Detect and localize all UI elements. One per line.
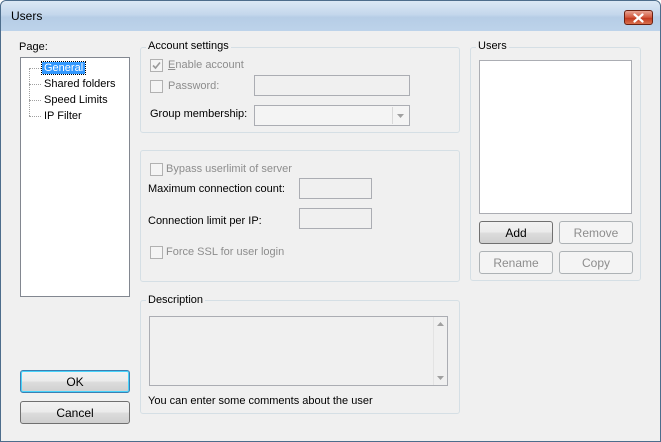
- password-label: Password:: [168, 80, 220, 92]
- dialog-body: Page: General Shared folders Speed Limit…: [8, 31, 653, 435]
- ok-button-label: OK: [66, 374, 84, 389]
- bypass-userlimit-label: Bypass userlimit of server: [166, 163, 292, 175]
- password-checkbox[interactable]: [150, 80, 163, 93]
- force-ssl-checkbox[interactable]: [150, 246, 163, 259]
- users-title: Users: [476, 40, 509, 52]
- copy-user-button[interactable]: Copy: [559, 251, 633, 274]
- tree-dash: [29, 99, 41, 101]
- enable-account-text: nable account: [175, 59, 244, 71]
- tree-item-shared-folders[interactable]: Shared folders: [29, 77, 118, 91]
- cancel-button-label: Cancel: [56, 405, 94, 420]
- force-ssl-label: Force SSL for user login: [166, 246, 285, 258]
- remove-user-button[interactable]: Remove: [559, 221, 633, 244]
- window-title: Users: [11, 9, 43, 23]
- page-label: Page:: [19, 41, 48, 53]
- max-connection-field[interactable]: [299, 178, 372, 199]
- description-textarea[interactable]: [149, 316, 448, 386]
- tree-dash: [29, 115, 41, 117]
- description-scrollbar[interactable]: [433, 317, 447, 385]
- scroll-down-icon: [437, 376, 444, 380]
- tree-item-label: IP Filter: [44, 110, 82, 122]
- close-icon: [633, 12, 644, 23]
- checkmark-icon: [152, 61, 161, 70]
- add-user-button[interactable]: Add: [479, 221, 553, 244]
- tree-item-speed-limits[interactable]: Speed Limits: [29, 93, 110, 107]
- enable-account-checkbox[interactable]: [150, 59, 163, 72]
- page-tree[interactable]: General Shared folders Speed Limits IP F…: [20, 57, 130, 297]
- description-hint: You can enter some comments about the us…: [148, 395, 373, 407]
- rename-user-label: Rename: [493, 255, 539, 270]
- add-user-label: Add: [505, 225, 527, 240]
- chevron-down-icon: [397, 113, 404, 118]
- account-settings-title: Account settings: [146, 40, 231, 52]
- scroll-up-icon: [437, 322, 444, 326]
- tree-item-ip-filter[interactable]: IP Filter: [29, 109, 84, 123]
- close-button[interactable]: [624, 10, 653, 25]
- tree-dash: [29, 83, 41, 85]
- group-membership-label: Group membership:: [150, 108, 248, 120]
- cancel-button[interactable]: Cancel: [20, 401, 130, 424]
- connection-limit-ip-label: Connection limit per IP:: [148, 215, 262, 227]
- password-field[interactable]: [254, 75, 410, 96]
- max-connection-label: Maximum connection count:: [148, 183, 285, 195]
- rename-user-button[interactable]: Rename: [479, 251, 553, 274]
- copy-user-label: Copy: [581, 255, 610, 270]
- dropdown-button[interactable]: [392, 107, 408, 124]
- enable-account-label: Enable account: [168, 59, 244, 71]
- tree-item-label: General: [40, 61, 87, 75]
- group-membership-select[interactable]: [254, 105, 410, 126]
- tree-item-label: Shared folders: [44, 78, 116, 90]
- tree-item-general[interactable]: General: [29, 61, 87, 75]
- users-list[interactable]: [479, 60, 632, 214]
- connection-limit-ip-field[interactable]: [299, 208, 372, 229]
- description-title: Description: [146, 294, 206, 306]
- tree-item-label: Speed Limits: [44, 94, 108, 106]
- tree-dash: [29, 67, 41, 69]
- ok-button[interactable]: OK: [20, 370, 130, 393]
- users-dialog: Users Page: General Shared folders Speed…: [0, 0, 661, 442]
- title-bar[interactable]: Users: [1, 1, 660, 31]
- bypass-userlimit-checkbox[interactable]: [150, 163, 163, 176]
- remove-user-label: Remove: [573, 225, 619, 240]
